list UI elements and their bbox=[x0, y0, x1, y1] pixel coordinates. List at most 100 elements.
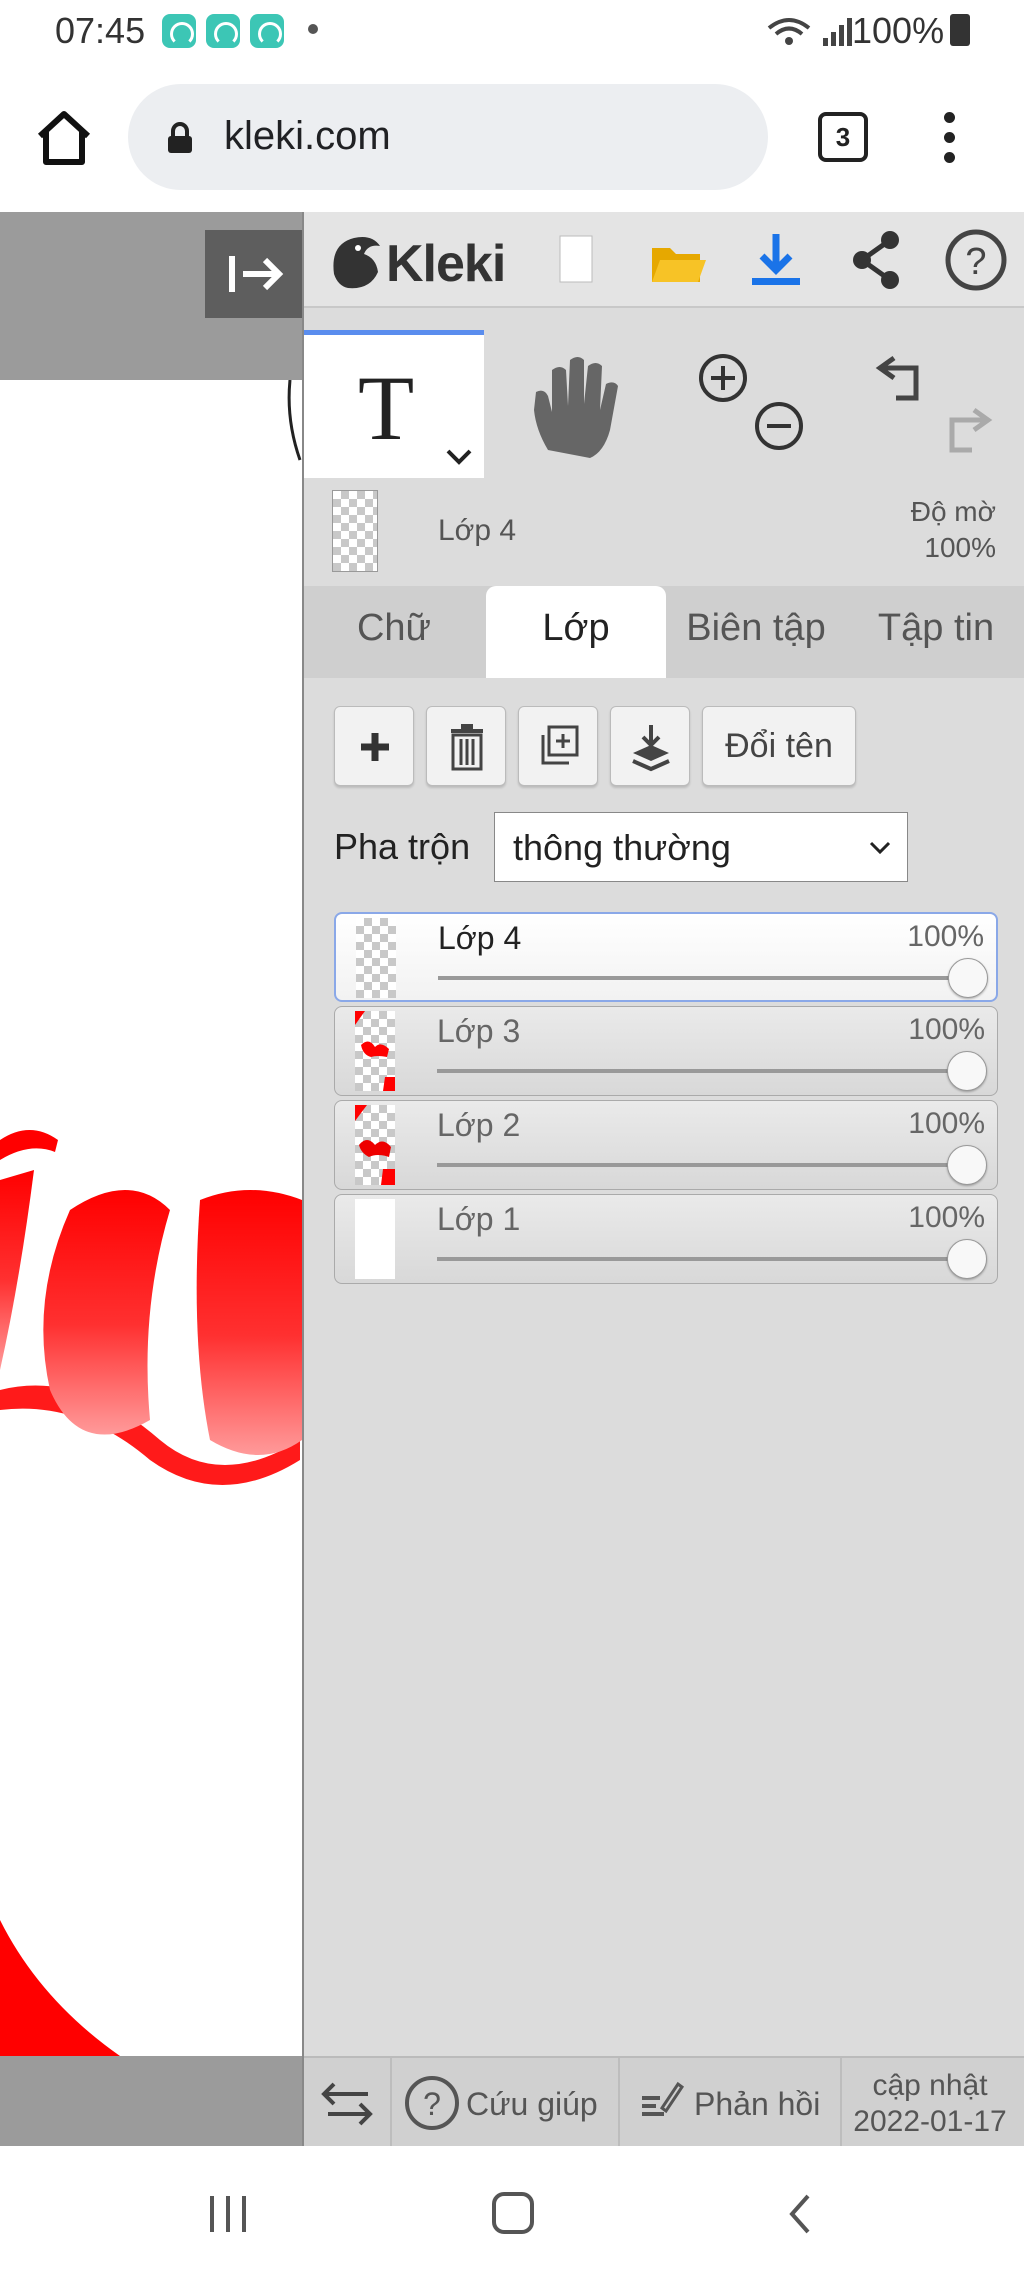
status-bar: 07:45 100% bbox=[0, 0, 1024, 62]
history-tool-group bbox=[850, 330, 1024, 478]
tab-edit[interactable]: Biên tập bbox=[666, 586, 846, 678]
rename-label: Đổi tên bbox=[725, 727, 833, 765]
layer-opacity-track bbox=[437, 1163, 967, 1167]
opacity-value: 100% bbox=[924, 532, 996, 563]
history-controls bbox=[875, 355, 993, 453]
collapse-arrow-icon bbox=[229, 256, 284, 292]
layer-opacity-track bbox=[437, 1069, 967, 1073]
layer-thumbnail bbox=[355, 1105, 395, 1185]
share-button[interactable] bbox=[836, 222, 916, 298]
tab-switcher-button[interactable]: 3 bbox=[818, 112, 868, 162]
layer-item[interactable]: Lớp 3 100% bbox=[334, 1006, 998, 1096]
hand-tool-button[interactable] bbox=[486, 330, 666, 478]
lock-icon bbox=[168, 122, 192, 153]
layer-list: Lớp 4 100% Lớp 3 100% Lớp 2 100% Lớp 1 1… bbox=[304, 912, 1024, 1292]
blend-mode-value: thông thường bbox=[513, 827, 731, 868]
svg-text:?: ? bbox=[423, 2086, 441, 2122]
layer-name: Lớp 4 bbox=[438, 920, 522, 956]
update-label: cập nhật bbox=[872, 2069, 988, 2102]
zoom-in-icon[interactable] bbox=[699, 354, 747, 402]
download-icon bbox=[752, 234, 800, 285]
layer-opacity-slider[interactable] bbox=[947, 1239, 987, 1279]
folder-icon bbox=[652, 248, 706, 282]
layer-opacity-value: 100% bbox=[908, 1107, 985, 1140]
browser-menu-button[interactable] bbox=[940, 110, 960, 166]
update-info[interactable]: cập nhật 2022-01-17 bbox=[844, 2058, 1024, 2148]
duplicate-icon bbox=[541, 725, 579, 765]
layer-opacity-slider[interactable] bbox=[947, 1051, 987, 1091]
zoom-tool-group bbox=[668, 330, 848, 478]
battery-percent: 100% bbox=[852, 10, 945, 51]
new-page-icon bbox=[559, 235, 593, 283]
add-layer-button[interactable] bbox=[334, 706, 414, 786]
wifi-signal-icon bbox=[767, 18, 852, 46]
layer-preview-drawing bbox=[355, 1011, 395, 1091]
recent-apps-icon[interactable] bbox=[210, 2196, 246, 2232]
status-time: 07:45 bbox=[55, 10, 146, 51]
notification-icon bbox=[250, 14, 284, 48]
layer-item[interactable]: Lớp 4 100% bbox=[334, 912, 998, 1002]
pencil-feedback-icon bbox=[642, 2081, 685, 2116]
home-icon[interactable] bbox=[34, 110, 94, 166]
current-layer-thumbnail bbox=[332, 490, 378, 572]
tab-layers[interactable]: Lớp bbox=[486, 586, 666, 678]
layer-thumbnail bbox=[355, 1199, 395, 1279]
chevron-down-icon[interactable] bbox=[444, 447, 474, 467]
app-toolbar: Kleki ? bbox=[304, 212, 1024, 308]
hand-icon bbox=[534, 357, 618, 458]
kleki-logo[interactable]: Kleki bbox=[324, 224, 524, 296]
new-image-button[interactable] bbox=[536, 222, 616, 298]
help-icon: ? bbox=[405, 2076, 459, 2130]
redo-icon[interactable] bbox=[949, 407, 993, 453]
drawing-canvas-area[interactable] bbox=[0, 212, 302, 2146]
layer-opacity-value: 100% bbox=[907, 920, 984, 953]
blend-mode-label: Pha trộn bbox=[334, 826, 471, 867]
layer-opacity-value: 100% bbox=[908, 1013, 985, 1046]
tab-file[interactable]: Tập tin bbox=[846, 586, 1024, 678]
layer-name: Lớp 3 bbox=[437, 1013, 521, 1049]
browser-toolbar: kleki.com 3 bbox=[0, 62, 1024, 212]
address-bar[interactable]: kleki.com bbox=[128, 84, 768, 190]
more-notifications-icon bbox=[308, 24, 318, 34]
trash-icon bbox=[451, 724, 483, 771]
system-nav-bar bbox=[0, 2146, 1024, 2276]
notification-icon bbox=[206, 14, 240, 48]
current-layer-name: Lớp 4 bbox=[438, 514, 517, 547]
layer-item[interactable]: Lớp 1 100% bbox=[334, 1194, 998, 1284]
back-nav-icon[interactable] bbox=[789, 2194, 810, 2234]
help-button[interactable]: ? bbox=[936, 222, 1016, 298]
rename-layer-button[interactable]: Đổi tên bbox=[702, 706, 856, 786]
undo-icon[interactable] bbox=[875, 355, 919, 401]
blend-mode-row: Pha trộn thông thường bbox=[304, 810, 1024, 890]
battery-icon bbox=[950, 14, 970, 46]
text-tool-button[interactable]: T bbox=[304, 330, 484, 478]
blend-mode-select[interactable]: thông thường bbox=[494, 812, 908, 882]
tool-selector: T bbox=[304, 330, 1024, 478]
layer-item[interactable]: Lớp 2 100% bbox=[334, 1100, 998, 1190]
layer-opacity-track bbox=[438, 976, 968, 980]
swap-arrows-icon bbox=[321, 2082, 373, 2126]
swap-side-button[interactable] bbox=[304, 2058, 392, 2148]
help-link[interactable]: ? Cứu giúp bbox=[394, 2058, 620, 2148]
delete-layer-button[interactable] bbox=[426, 706, 506, 786]
url-text: kleki.com bbox=[224, 114, 391, 158]
tab-text[interactable]: Chữ bbox=[304, 586, 484, 678]
merge-layer-button[interactable] bbox=[610, 706, 690, 786]
share-icon bbox=[853, 231, 899, 289]
home-nav-icon[interactable] bbox=[492, 2192, 534, 2234]
opacity-label: Độ mờ bbox=[910, 496, 996, 527]
kleki-bird-icon bbox=[333, 237, 380, 289]
layer-opacity-slider[interactable] bbox=[948, 958, 988, 998]
duplicate-layer-button[interactable] bbox=[518, 706, 598, 786]
plus-icon bbox=[361, 733, 389, 761]
layer-opacity-value: 100% bbox=[908, 1201, 985, 1234]
open-image-button[interactable] bbox=[636, 222, 716, 298]
collapse-panel-button[interactable] bbox=[205, 230, 302, 318]
save-image-button[interactable] bbox=[736, 222, 816, 298]
tool-panel: Kleki ? T Lớp 4 Độ mờ 100% Chữ Lớp Biên … bbox=[302, 212, 1024, 2148]
current-layer-info: Lớp 4 Độ mờ 100% bbox=[304, 480, 1024, 580]
svg-text:?: ? bbox=[965, 241, 986, 283]
layer-opacity-slider[interactable] bbox=[947, 1145, 987, 1185]
zoom-out-icon[interactable] bbox=[755, 402, 803, 450]
feedback-link[interactable]: Phản hồi bbox=[622, 2058, 842, 2148]
